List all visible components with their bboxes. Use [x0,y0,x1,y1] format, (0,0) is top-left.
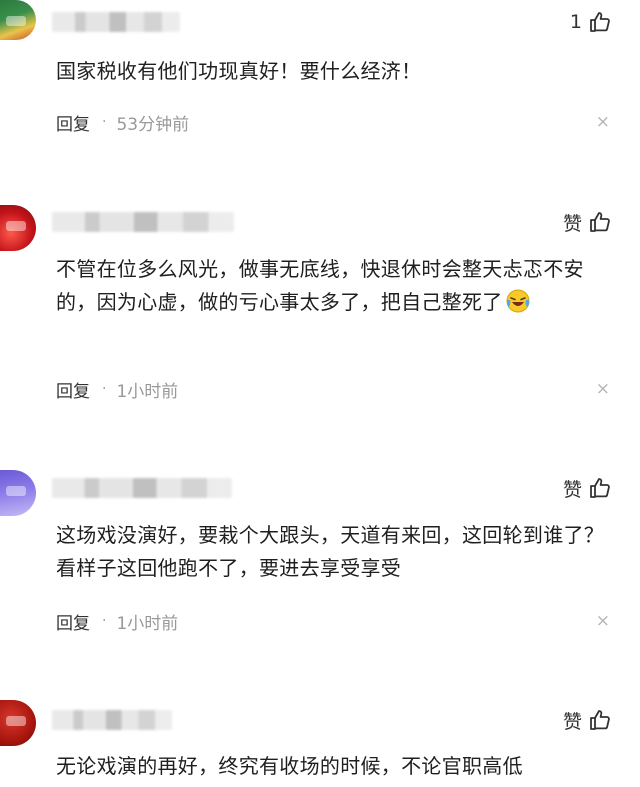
username-blurred[interactable] [52,710,172,730]
comment-text: 无论戏演的再好，终究有收场的时候，不论官职高低 [56,754,523,778]
reply-button[interactable]: 回复 [56,609,90,634]
reply-button[interactable]: 回复 [56,377,90,402]
separator-dot: · [102,114,107,130]
laughing-crying-emoji [506,289,530,313]
like-button[interactable]: 赞 [563,208,612,236]
close-icon[interactable]: × [596,612,610,630]
comment-time: 1小时前 [116,381,179,402]
separator-dot: · [102,381,107,397]
like-label: 赞 [562,212,582,235]
reply-button[interactable]: 回复 [56,110,90,135]
avatar-image [6,486,26,496]
thumbs-up-icon [590,710,610,730]
comment-meta: 回复 · 1小时前 × [56,377,610,402]
like-count: 1 [569,11,582,33]
avatar[interactable] [0,470,36,516]
like-button[interactable]: 1 [570,8,612,36]
comment-meta: 回复 · 53分钟前 × [56,110,610,135]
avatar[interactable] [0,0,36,40]
username-blurred[interactable] [52,478,232,498]
comment-text: 不管在位多么风光，做事无底线，快退休时会整天忐忑不安的，因为心虚，做的亏心事太多… [56,253,610,319]
avatar-image [6,16,26,26]
comment-time: 53分钟前 [116,114,190,135]
thumbs-up-icon [590,478,610,498]
close-icon[interactable]: × [596,113,610,131]
comment-meta: 回复 · 1小时前 × [56,609,610,634]
like-button[interactable]: 赞 [563,474,612,502]
username-blurred[interactable] [52,12,180,32]
close-icon[interactable]: × [596,380,610,398]
comment-text: 这场戏没演好，要栽个大跟头，天道有来回，这回轮到谁了？看样子这回他跑不了，要进去… [56,523,605,580]
avatar-image [6,221,26,231]
comment-text: 国家税收有他们功现真好！要什么经济！ [56,59,422,83]
thumbs-up-icon [590,12,610,32]
avatar[interactable] [0,700,36,746]
avatar[interactable] [0,205,36,251]
thumbs-up-icon [590,212,610,232]
like-button[interactable]: 赞 [563,706,612,734]
comment-time: 1小时前 [116,613,179,634]
like-label: 赞 [562,478,582,501]
avatar-image [6,716,26,726]
like-label: 赞 [562,710,582,733]
username-blurred[interactable] [52,212,234,232]
separator-dot: · [102,613,107,629]
